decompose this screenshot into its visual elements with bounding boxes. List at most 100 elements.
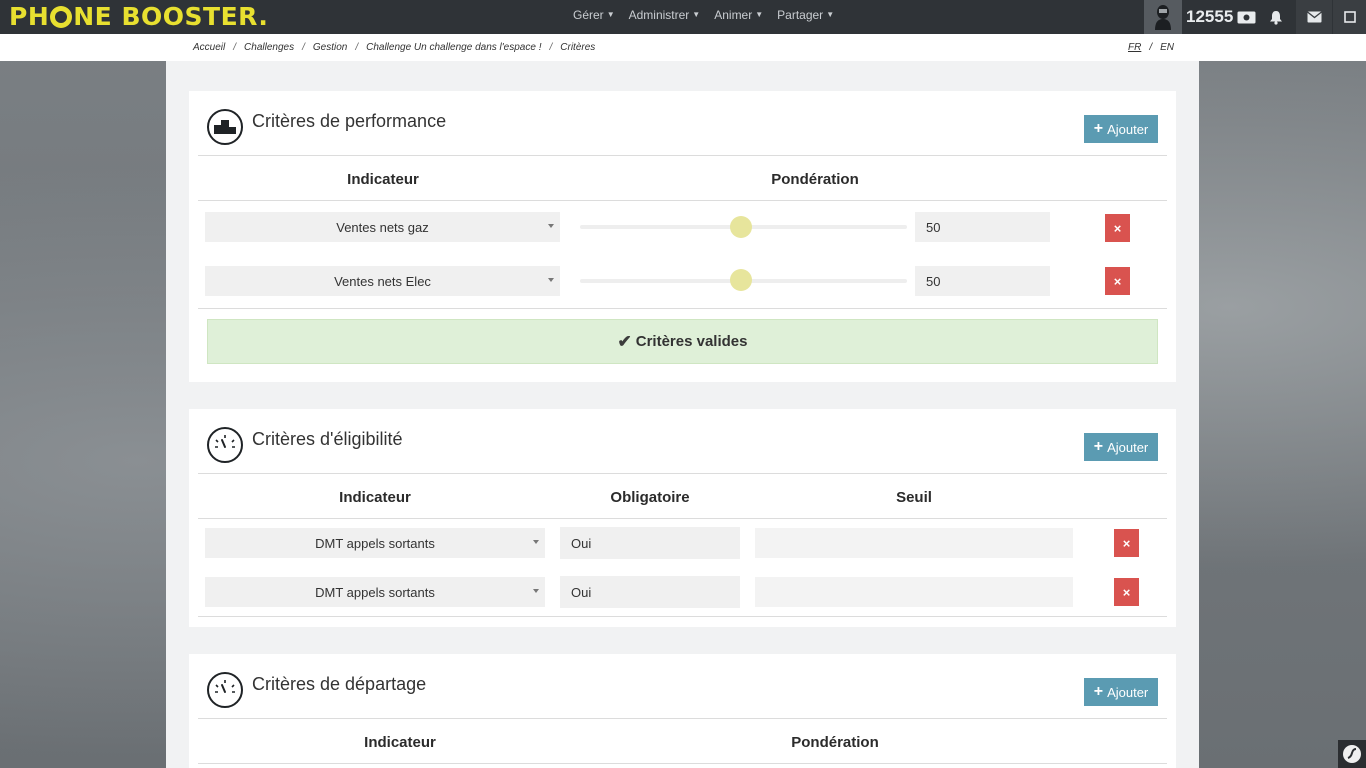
breadcrumb-separator: /	[355, 42, 359, 53]
envelope-icon	[1306, 11, 1322, 23]
mandatory-value: Oui	[571, 584, 592, 600]
validation-status: ✔ Critères valides	[207, 319, 1158, 364]
nav-gerer[interactable]: Gérer ▼	[573, 8, 615, 22]
breadcrumb-challenge[interactable]: Challenge Un challenge dans l'espace !	[366, 42, 541, 53]
breadcrumb-separator: /	[549, 42, 553, 53]
lang-en[interactable]: EN	[1160, 42, 1174, 53]
add-eligibility-button[interactable]: + Ajouter	[1084, 433, 1158, 461]
header-ponderation: Pondération	[771, 171, 859, 188]
header-indicateur: Indicateur	[364, 734, 436, 751]
card-header: Critères de performance + Ajouter	[189, 91, 1176, 156]
validation-text: Critères valides	[635, 333, 748, 350]
delete-row-button[interactable]: ×	[1105, 214, 1130, 242]
card-header: Critères de départage + Ajouter	[189, 654, 1176, 719]
card-title: Critères de performance	[252, 111, 447, 131]
weight-slider-thumb[interactable]	[730, 269, 752, 291]
delete-row-button[interactable]: ×	[1105, 267, 1130, 295]
indicator-select[interactable]: DMT appels sortants	[205, 528, 545, 558]
breadcrumb-criteres: Critères	[560, 42, 596, 53]
indicator-value: DMT appels sortants	[315, 584, 435, 600]
breadcrumb-gestion[interactable]: Gestion	[313, 42, 347, 53]
divider	[198, 763, 1167, 764]
dropdown-arrow-icon	[533, 540, 539, 544]
weight-input[interactable]: 50	[915, 266, 1050, 296]
breadcrumb-accueil[interactable]: Accueil	[193, 42, 225, 53]
threshold-input[interactable]	[755, 528, 1073, 558]
divider	[198, 616, 1167, 617]
indicator-value: DMT appels sortants	[315, 535, 435, 551]
nav-animer[interactable]: Animer ▼	[714, 8, 763, 22]
breadcrumb-separator: /	[233, 42, 237, 53]
close-icon: ×	[1122, 535, 1131, 551]
weight-slider-thumb[interactable]	[730, 216, 752, 238]
mandatory-field[interactable]: Oui	[560, 576, 740, 608]
indicator-value: Ventes nets Elec	[334, 273, 431, 289]
points-counter[interactable]: 12555	[1186, 5, 1256, 29]
breadcrumb: Accueil / Challenges / Gestion / Challen…	[193, 42, 595, 53]
card-title: Critères de départage	[252, 674, 427, 694]
weight-value: 50	[926, 273, 941, 289]
user-avatar-icon	[1155, 5, 1171, 30]
nav-administrer[interactable]: Administrer ▼	[629, 8, 701, 22]
main-content: Critères de performance + Ajouter Indicat…	[166, 61, 1199, 768]
podium-icon	[207, 109, 243, 145]
threshold-input[interactable]	[755, 577, 1073, 607]
add-performance-button[interactable]: + Ajouter	[1084, 115, 1158, 143]
phone-booster-logo[interactable]: PH NE BOOSTER.	[9, 3, 268, 31]
gauge-icon	[207, 427, 243, 463]
breadcrumb-challenges[interactable]: Challenges	[244, 42, 294, 53]
caret-down-icon: ▼	[755, 10, 764, 19]
lang-fr[interactable]: FR	[1128, 42, 1141, 53]
header-seuil: Seuil	[896, 489, 932, 506]
tiebreak-card: Critères de départage + Ajouter Indicateu…	[189, 654, 1176, 768]
dropdown-arrow-icon	[548, 278, 554, 282]
mandatory-field[interactable]: Oui	[560, 527, 740, 559]
main-nav: Gérer ▼ Administrer ▼ Animer ▼ Partager ▼	[573, 0, 834, 30]
weight-value: 50	[926, 219, 941, 235]
weight-input[interactable]: 50	[915, 212, 1050, 242]
add-tiebreak-button[interactable]: + Ajouter	[1084, 678, 1158, 706]
delete-row-button[interactable]: ×	[1114, 529, 1139, 557]
nav-partager[interactable]: Partager ▼	[777, 8, 834, 22]
divider	[198, 518, 1167, 519]
dropdown-arrow-icon	[533, 589, 539, 593]
divider	[198, 718, 1167, 719]
eligibility-card: Critères d'éligibilité + Ajouter Indicate…	[189, 409, 1176, 627]
card-header: Critères d'éligibilité + Ajouter	[189, 409, 1176, 474]
language-switch: FR / EN	[1128, 42, 1174, 53]
plus-icon: +	[1093, 120, 1104, 137]
plus-icon: +	[1093, 438, 1104, 455]
bell-icon	[1270, 10, 1282, 25]
delete-row-button[interactable]: ×	[1114, 578, 1139, 606]
window-button[interactable]	[1333, 0, 1366, 34]
user-avatar[interactable]	[1144, 0, 1182, 34]
add-label: Ajouter	[1107, 439, 1149, 455]
close-icon: ×	[1122, 584, 1131, 600]
symfony-debug-icon[interactable]	[1338, 740, 1366, 768]
header-obligatoire: Obligatoire	[610, 489, 690, 506]
divider	[198, 155, 1167, 156]
messages-button[interactable]	[1296, 0, 1332, 34]
ticket-icon	[1237, 11, 1256, 23]
add-label: Ajouter	[1107, 121, 1149, 137]
lang-separator: /	[1149, 42, 1153, 53]
breadcrumb-separator: /	[302, 42, 305, 53]
plus-icon: +	[1093, 683, 1104, 700]
notifications-button[interactable]	[1258, 0, 1294, 34]
breadcrumb-bar: Accueil / Challenges / Gestion / Challen…	[0, 34, 1366, 61]
divider	[198, 200, 1167, 201]
indicator-value: Ventes nets gaz	[336, 219, 429, 235]
performance-card: Critères de performance + Ajouter Indicat…	[189, 91, 1176, 382]
dropdown-arrow-icon	[548, 224, 554, 228]
indicator-select[interactable]: Ventes nets Elec	[205, 266, 560, 296]
add-label: Ajouter	[1107, 684, 1149, 700]
indicator-select[interactable]: Ventes nets gaz	[205, 212, 560, 242]
caret-down-icon: ▼	[606, 10, 615, 19]
header-indicateur: Indicateur	[339, 489, 411, 506]
divider	[198, 473, 1167, 474]
indicator-select[interactable]: DMT appels sortants	[205, 577, 545, 607]
header-indicateur: Indicateur	[347, 171, 419, 188]
points-value: 12555	[1186, 7, 1234, 26]
top-navbar: PH NE BOOSTER. Gérer ▼ Administrer ▼ Animer…	[0, 0, 1366, 34]
close-icon: ×	[1113, 220, 1122, 236]
